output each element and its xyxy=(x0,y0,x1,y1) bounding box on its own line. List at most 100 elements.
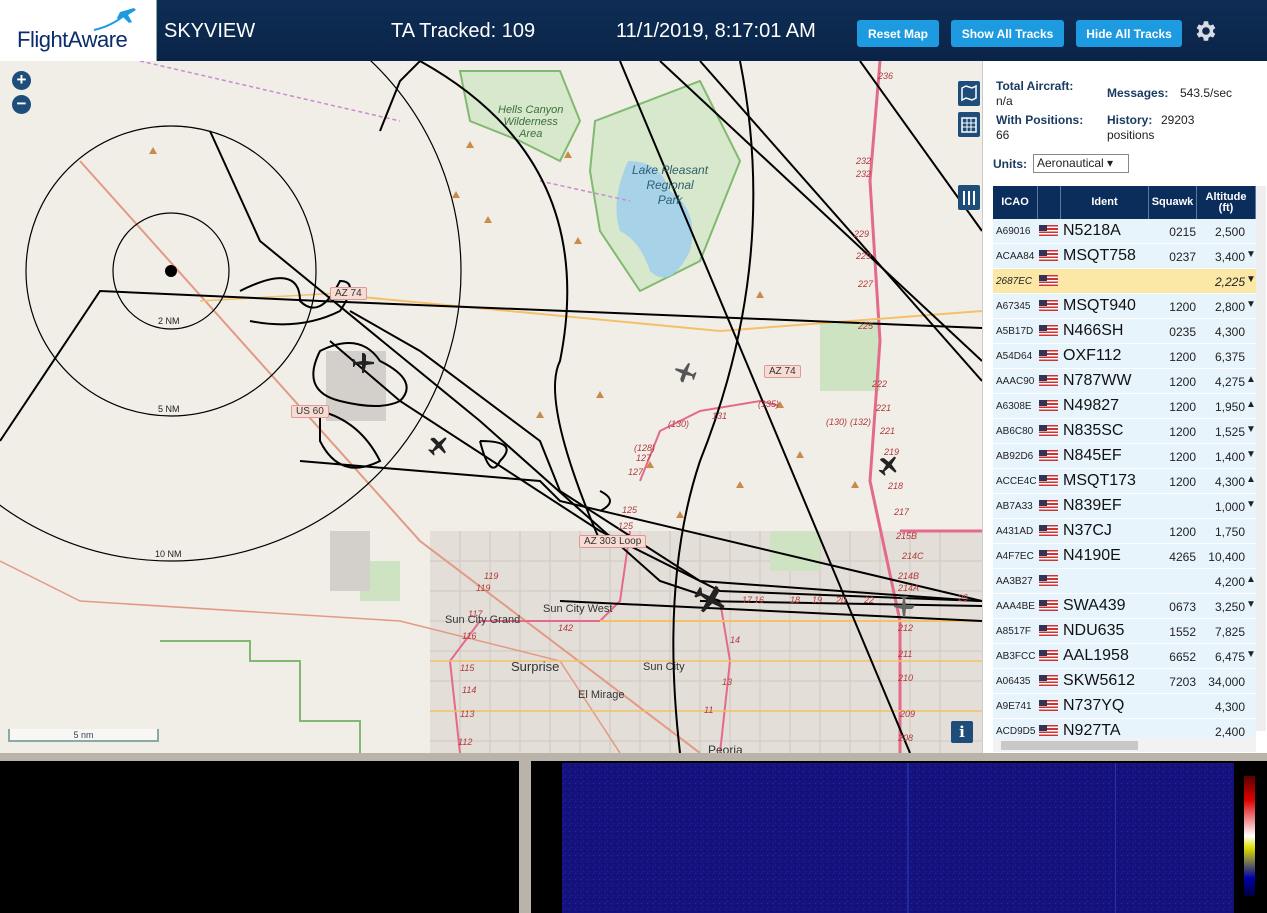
column-toggle-icon[interactable] xyxy=(958,185,980,210)
road-label-az303: AZ 303 Loop xyxy=(579,535,647,548)
table-scrollbar-horizontal[interactable] xyxy=(993,738,1256,752)
units-select[interactable]: Aeronautical ▾ xyxy=(1033,154,1129,173)
road-label-us60: US 60 xyxy=(291,405,329,418)
table-row[interactable]: AA3B27 4,200 ▲ xyxy=(993,569,1256,594)
row-altitude: 1,525 xyxy=(1214,425,1245,439)
col-header-icao[interactable]: ICAO xyxy=(993,186,1038,219)
row-squawk: 1552 xyxy=(1169,625,1196,639)
bottom-left-pane xyxy=(0,761,519,913)
row-ident: MSQT940 xyxy=(1063,297,1136,314)
history-unit: positions xyxy=(1107,128,1155,142)
altitude-trend-icon: ▼ xyxy=(1246,424,1256,435)
table-row[interactable]: A54D64 OXF112 1200 6,375 xyxy=(993,344,1256,369)
table-row[interactable]: AB92D6 N845EF 1200 1,400 ▼ xyxy=(993,444,1256,469)
table-row[interactable]: A8517F NDU635 1552 7,825 xyxy=(993,619,1256,644)
ring-label-2nm: 2 NM xyxy=(158,316,180,326)
table-row[interactable]: A4F7EC N4190E 4265 10,400 xyxy=(993,544,1256,569)
row-icao: A06435 xyxy=(996,676,1031,687)
gear-icon[interactable] xyxy=(1192,18,1218,44)
row-icao: AAAC90 xyxy=(996,376,1035,387)
table-row[interactable]: AB7A33 N839EF 1,000 ▼ xyxy=(993,494,1256,519)
us-flag-icon xyxy=(1039,525,1058,536)
row-altitude: 1,750 xyxy=(1214,525,1245,539)
hide-all-tracks-button[interactable]: Hide All Tracks xyxy=(1076,20,1182,47)
row-ident: AAL1958 xyxy=(1063,647,1129,664)
row-squawk: 1200 xyxy=(1169,375,1196,389)
row-squawk: 1200 xyxy=(1169,425,1196,439)
us-flag-icon xyxy=(1039,650,1058,661)
map-view[interactable]: + − 2 NM 5 NM 10 NM Hells Canyon Wildern… xyxy=(0,61,982,753)
mile-marker-label: 225 xyxy=(858,321,874,331)
table-row[interactable]: AAA4BE SWA439 0673 3,250 ▼ xyxy=(993,594,1256,619)
scroll-thumb[interactable] xyxy=(1001,741,1138,750)
us-flag-icon xyxy=(1039,425,1058,436)
row-altitude: 1,400 xyxy=(1214,450,1245,464)
col-header-flag[interactable] xyxy=(1038,186,1061,219)
row-ident: N787WW xyxy=(1063,372,1132,389)
table-row[interactable]: A6308E N49827 1200 1,950 ▲ xyxy=(993,394,1256,419)
col-header-squawk[interactable]: Squawk xyxy=(1149,186,1197,219)
tracked-count: TA Tracked: 109 xyxy=(391,20,536,42)
altitude-trend-icon: ▲ xyxy=(1246,399,1256,410)
mile-marker-label: (130) xyxy=(668,419,690,429)
us-flag-icon xyxy=(1039,500,1058,511)
pane-divider-horizontal[interactable] xyxy=(0,753,1267,761)
flightaware-logo[interactable]: FlightAware xyxy=(0,0,157,61)
table-row[interactable]: ACCE4C MSQT173 1200 4,300 ▲ xyxy=(993,469,1256,494)
table-row[interactable]: A5B17D N466SH 0235 4,300 xyxy=(993,319,1256,344)
zoom-out-button[interactable]: − xyxy=(12,95,31,114)
map-info-button[interactable]: i xyxy=(951,721,973,743)
row-icao: A6308E xyxy=(996,401,1032,412)
mile-marker-label: 219 xyxy=(884,447,900,457)
row-altitude: 4,300 xyxy=(1214,700,1245,714)
mile-marker-label: 125 xyxy=(622,505,638,515)
table-row[interactable]: 2687EC 2,225 ▼ xyxy=(993,269,1256,294)
map-canvas[interactable] xyxy=(0,61,982,753)
table-scrollbar-vertical[interactable] xyxy=(1256,186,1266,731)
mile-marker-label: (135) xyxy=(758,399,780,409)
table-row[interactable]: AB3FCC AAL1958 6652 6,475 ▼ xyxy=(993,644,1256,669)
col-header-altitude[interactable]: Altitude (ft) xyxy=(1197,186,1256,219)
zoom-in-button[interactable]: + xyxy=(12,71,31,90)
table-header: ICAO Ident Squawk Altitude (ft) xyxy=(993,186,1256,219)
reset-map-button[interactable]: Reset Map xyxy=(857,20,939,47)
row-icao: AAA4BE xyxy=(996,601,1035,612)
altitude-trend-icon: ▲ xyxy=(1246,474,1256,485)
table-row[interactable]: A69016 N5218A 0215 2,500 xyxy=(993,219,1256,244)
mile-marker-label: 13 xyxy=(722,677,733,687)
history-label: History: xyxy=(1107,113,1153,127)
us-flag-icon xyxy=(1039,250,1058,261)
mile-marker-label: 11 xyxy=(704,705,714,715)
map-scale-bar: 5 nm xyxy=(8,729,159,742)
table-row[interactable]: A431AD N37CJ 1200 1,750 xyxy=(993,519,1256,544)
row-ident: MSQT758 xyxy=(1063,247,1136,264)
park-label-hells-canyon: Hells Canyon Wilderness Area xyxy=(498,104,564,140)
header-bar: FlightAware SKYVIEW TA Tracked: 109 11/1… xyxy=(0,0,1267,61)
table-row[interactable]: A06435 SKW5612 7203 34,000 xyxy=(993,669,1256,694)
row-altitude: 6,375 xyxy=(1214,350,1245,364)
table-row[interactable]: A9E741 N737YQ 4,300 xyxy=(993,694,1256,719)
waterfall-noise xyxy=(562,763,1234,913)
mile-marker-label: 232 xyxy=(856,169,872,179)
map-layers-icon[interactable] xyxy=(958,81,980,106)
table-row[interactable]: A67345 MSQT940 1200 2,800 ▼ xyxy=(993,294,1256,319)
col-header-ident[interactable]: Ident xyxy=(1061,186,1149,219)
altitude-trend-icon: ▼ xyxy=(1246,299,1256,310)
us-flag-icon xyxy=(1039,375,1058,386)
table-row[interactable]: ACAA84 MSQT758 0237 3,400 ▼ xyxy=(993,244,1256,269)
pane-divider-vertical[interactable] xyxy=(519,753,531,913)
mile-marker-label: 18 xyxy=(790,595,801,605)
us-flag-icon xyxy=(1039,300,1058,311)
row-squawk: 1200 xyxy=(1169,350,1196,364)
show-all-tracks-button[interactable]: Show All Tracks xyxy=(951,20,1064,47)
mile-marker-label: 22 xyxy=(864,595,875,605)
mile-marker-label: 212 xyxy=(898,623,914,633)
row-squawk: 1200 xyxy=(1169,475,1196,489)
row-squawk: 1200 xyxy=(1169,450,1196,464)
row-icao: ACD9D5 xyxy=(996,726,1036,737)
clock-datetime: 11/1/2019, 8:17:01 AM xyxy=(616,20,816,42)
table-row[interactable]: AAAC90 N787WW 1200 4,275 ▲ xyxy=(993,369,1256,394)
grid-overlay-icon[interactable] xyxy=(958,112,980,137)
altitude-trend-icon: ▲ xyxy=(1246,374,1256,385)
table-row[interactable]: AB6C80 N835SC 1200 1,525 ▼ xyxy=(993,419,1256,444)
